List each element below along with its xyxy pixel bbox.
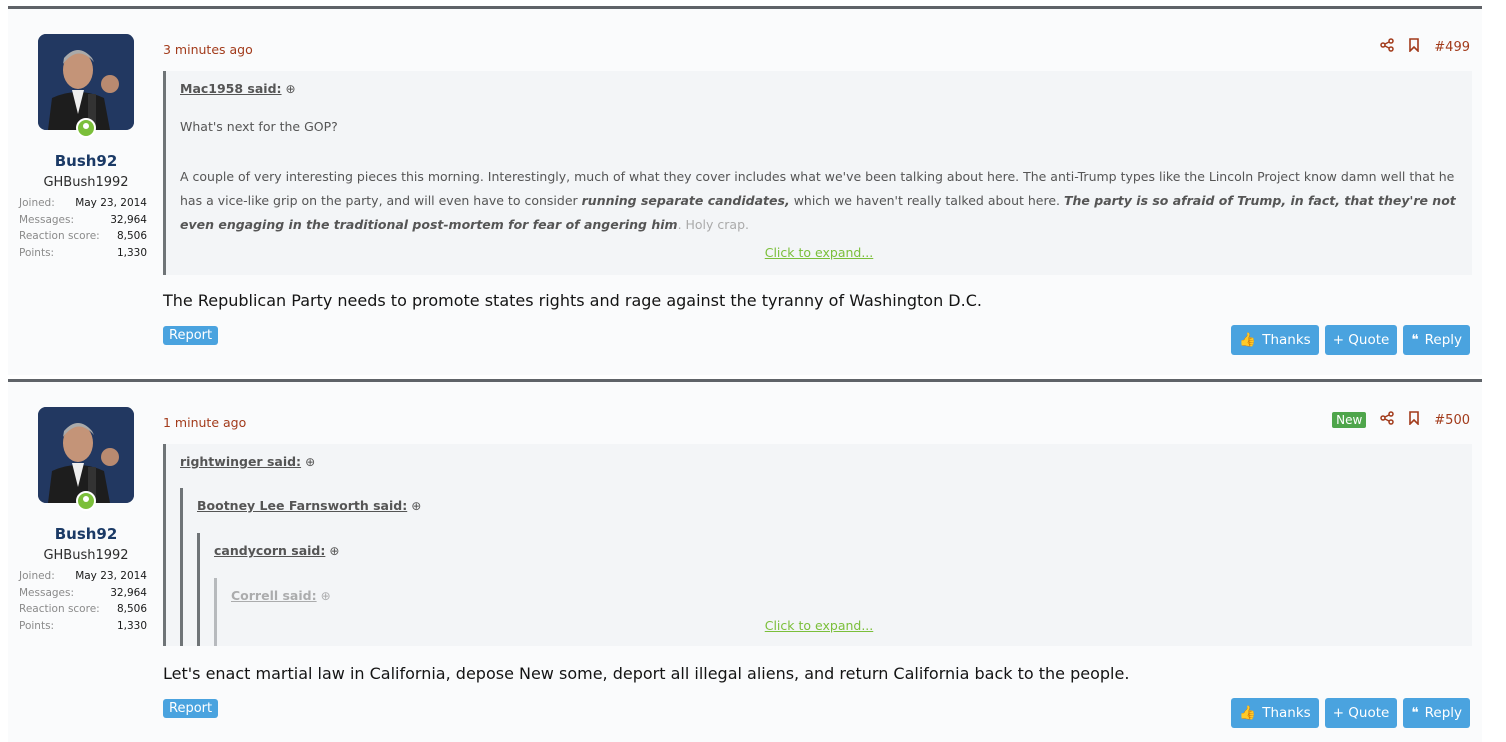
stat-value: 32,964 [110,586,147,599]
stat-label: Reaction score: [19,230,100,242]
quote-bold: running separate candidates, [581,193,790,208]
quote-button[interactable]: + Quote [1324,325,1398,355]
quote-block: rightwinger said: ⊕ Bootney Lee Farnswort… [163,444,1472,646]
reply-label: Reply [1424,332,1462,348]
stat-points: Points: 1,330 [19,247,147,264]
quote-author[interactable]: rightwinger said: ⊕ [180,454,315,469]
post-message: The Republican Party needs to promote st… [163,291,982,310]
post-number[interactable]: #499 [1434,40,1470,55]
quote-author-label: Correll said: [231,588,317,603]
stat-value: May 23, 2014 [75,197,147,209]
quote-author-label: Mac1958 said: [180,81,282,96]
stat-joined: Joined: May 23, 2014 [19,570,147,587]
reply-button[interactable]: ❝ Reply [1403,325,1470,355]
stat-value: May 23, 2014 [75,570,147,582]
jump-up-icon[interactable]: ⊕ [411,499,421,513]
post-time[interactable]: 3 minutes ago [163,42,253,57]
stat-reaction-score: Reaction score: 8,506 [19,603,147,620]
click-to-expand-link[interactable]: Click to expand... [166,618,1472,633]
quote-author[interactable]: Mac1958 said: ⊕ [180,81,296,96]
jump-up-icon[interactable]: ⊕ [305,455,315,469]
reply-button[interactable]: ❝ Reply [1403,698,1470,728]
post-tools: #499 [1380,38,1470,56]
quote-author-label: rightwinger said: [180,454,302,469]
stat-reaction-score: Reaction score: 8,506 [19,230,147,247]
stat-label: Reaction score: [19,603,100,615]
reply-label: Reply [1424,705,1462,721]
post-message: Let's enact martial law in California, d… [163,664,1130,683]
quote-author[interactable]: Bootney Lee Farnsworth said: ⊕ [197,498,421,513]
stat-label: Points: [19,246,55,259]
click-to-expand-link[interactable]: Click to expand... [166,245,1472,260]
jump-up-icon[interactable]: ⊕ [286,82,296,96]
nested-quote: Correll said: ⊕ [214,578,1437,646]
quote-author-label: candycorn said: [214,543,326,558]
thumbs-up-icon: 👍 [1239,332,1257,348]
post-tools: New #500 [1332,411,1470,429]
stat-label: Messages: [19,213,75,226]
stat-label: Joined: [19,197,55,209]
online-status-icon [76,118,96,138]
user-stats: Joined: May 23, 2014 Messages: 32,964 Reac… [19,197,147,263]
post-time[interactable]: 1 minute ago [163,415,246,430]
quote-text-part: . Holy crap. [677,217,749,232]
post-499: Bush92 GHBush1992 Joined: May 23, 2014 Me… [8,6,1482,375]
thanks-label: Thanks [1262,332,1311,348]
stat-value: 1,330 [116,619,147,632]
report-button[interactable]: Report [163,326,219,345]
online-status-icon [76,491,96,511]
quote-text-part: which we haven't really talked about her… [793,193,1061,208]
stat-joined: Joined: May 23, 2014 [19,197,147,214]
thanks-button[interactable]: 👍 Thanks [1231,698,1319,728]
report-button[interactable]: Report [163,699,219,718]
stat-points: Points: 1,330 [19,620,147,637]
username[interactable]: Bush92 [16,152,156,170]
stat-messages: Messages: 32,964 [19,587,147,604]
avatar[interactable] [38,34,134,130]
stat-label: Points: [19,619,55,632]
post-actions: 👍 Thanks + Quote ❝ Reply [1231,325,1470,355]
stat-value: 8,506 [116,230,147,242]
user-stats: Joined: May 23, 2014 Messages: 32,964 Reac… [19,570,147,636]
username[interactable]: Bush92 [16,525,156,543]
avatar[interactable] [38,407,134,503]
reply-icon: ❝ [1411,705,1419,721]
quote-author[interactable]: candycorn said: ⊕ [214,543,339,558]
bookmark-icon[interactable] [1408,38,1420,56]
post-500: Bush92 GHBush1992 Joined: May 23, 2014 Me… [8,379,1482,742]
stat-value: 32,964 [110,213,147,226]
jump-up-icon[interactable]: ⊕ [321,589,331,603]
post-number[interactable]: #500 [1434,413,1470,428]
quote-author-label: Bootney Lee Farnsworth said: [197,498,408,513]
user-title: GHBush1992 [43,548,129,563]
reply-icon: ❝ [1411,332,1419,348]
post-actions: 👍 Thanks + Quote ❝ Reply [1231,698,1470,728]
new-badge: New [1332,412,1367,428]
stat-label: Messages: [19,586,75,599]
stat-value: 8,506 [116,603,147,615]
jump-up-icon[interactable]: ⊕ [329,544,339,558]
share-icon[interactable] [1380,38,1395,56]
stat-value: 1,330 [116,246,147,259]
quote-button[interactable]: + Quote [1324,698,1398,728]
stat-label: Joined: [19,570,55,582]
thanks-button[interactable]: 👍 Thanks [1231,325,1319,355]
thumbs-up-icon: 👍 [1239,705,1257,721]
stat-messages: Messages: 32,964 [19,214,147,231]
share-icon[interactable] [1380,411,1395,429]
quote-line: What's next for the GOP? [180,119,338,134]
quote-block: Mac1958 said: ⊕ What's next for the GOP? … [163,71,1472,275]
quote-text: A couple of very interesting pieces this… [180,165,1460,237]
quote-author[interactable]: Correll said: ⊕ [231,588,331,603]
user-title: GHBush1992 [43,175,129,190]
thanks-label: Thanks [1262,705,1311,721]
bookmark-icon[interactable] [1408,411,1420,429]
